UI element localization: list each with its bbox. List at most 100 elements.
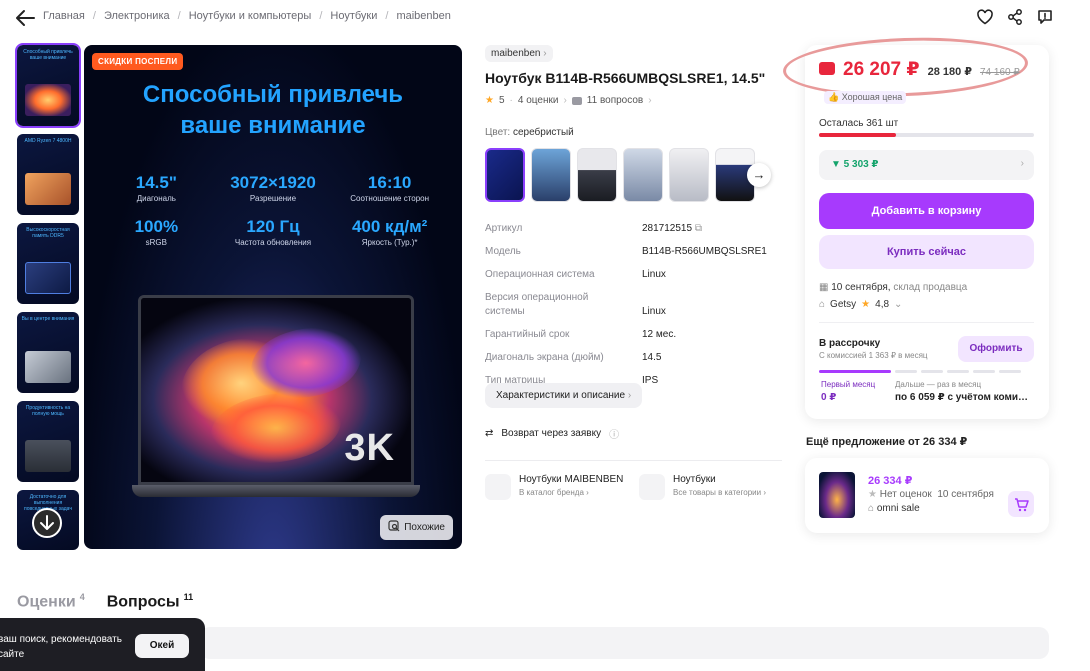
- installment-segments: [819, 370, 1021, 373]
- info-icon[interactable]: ⓘ: [609, 426, 619, 441]
- stock-bar: [819, 133, 1034, 137]
- wallet-icon: [819, 62, 835, 75]
- promo-badge: СКИДКИ ПОСПЕЛИ: [92, 53, 184, 70]
- reviews-link[interactable]: 4 оценки: [518, 95, 559, 106]
- breadcrumb-item-brand[interactable]: maibenben: [396, 10, 450, 22]
- spec-srgb: 100% sRGB: [134, 217, 179, 247]
- thumbnail-caption: Вы в центре внимания: [21, 316, 75, 322]
- swatch-3[interactable]: [577, 148, 617, 202]
- share-icon[interactable]: [1006, 8, 1024, 26]
- laptop-base: [132, 485, 420, 497]
- add-to-cart-button[interactable]: Добавить в корзину: [819, 193, 1034, 229]
- search-image-icon: [388, 520, 400, 535]
- thumbnail-caption: Высокоскоростная память DDR5: [26, 227, 70, 239]
- report-icon[interactable]: [1036, 8, 1054, 26]
- offer-cart-button[interactable]: [1008, 491, 1034, 517]
- spec-refresh: 120 Гц Частота обновления: [234, 217, 312, 247]
- back-arrow-icon[interactable]: [14, 8, 36, 28]
- swatch-next-button[interactable]: →: [747, 163, 771, 187]
- swatch-4[interactable]: [623, 148, 663, 202]
- breadcrumb-item-home[interactable]: Главная: [43, 10, 85, 22]
- price-block: 26 207 ₽ 28 180 ₽ 74 160 ₽: [819, 58, 1020, 81]
- cart-icon: [1015, 498, 1029, 512]
- installment-title: В рассрочку: [819, 338, 881, 349]
- tab-questions[interactable]: Вопросы 11: [107, 592, 193, 611]
- copy-icon[interactable]: ⧉: [695, 223, 702, 234]
- shop-icon: ⌂: [819, 299, 826, 310]
- old-price: 74 160 ₽: [979, 67, 1020, 78]
- spec-aspect: 16:10 Соотношение сторон: [350, 173, 430, 203]
- chevron-down-icon: ⌄: [894, 299, 903, 310]
- laptop-screen: 3K: [138, 295, 414, 485]
- arrow-right-icon: →: [752, 167, 766, 182]
- breadcrumb-item-computers[interactable]: Ноутбуки и компьютеры: [189, 10, 312, 22]
- attribute-row: Операционная система Linux: [485, 269, 666, 280]
- brand-catalog-link[interactable]: Ноутбуки MAIBENBEN В каталог бренда ›: [485, 474, 625, 500]
- cashback-row[interactable]: ▼ 5 303 ₽ ›: [819, 150, 1034, 180]
- cookie-toast: ваш поиск, рекомендовать сайте Окей: [0, 618, 205, 671]
- buy-now-button[interactable]: Купить сейчас: [819, 235, 1034, 269]
- calendar-icon: ▦: [819, 282, 829, 293]
- installment-next-months: Дальше — раз в месяц по 6 059 ₽ с учётом …: [895, 380, 1033, 403]
- thumbnail-2[interactable]: AMD Ryzen 7 4800H: [17, 134, 79, 215]
- swatch-1[interactable]: [485, 148, 525, 202]
- attribute-row: Артикул 281712515 ⧉: [485, 223, 702, 234]
- delivery-info: ▦ 10 сентября, склад продавца: [819, 282, 968, 293]
- description-button[interactable]: Характеристики и описание ›: [485, 383, 643, 408]
- thumbnails-scroll-down-button[interactable]: [32, 508, 62, 538]
- thumbnail-caption: Способный привлечь ваше внимание: [23, 49, 73, 61]
- color-swatches: [485, 148, 755, 202]
- stock-label: Осталась 361 шт: [819, 118, 899, 129]
- product-main-image[interactable]: СКИДКИ ПОСПЕЛИ Способный привлечь ваше в…: [84, 45, 462, 549]
- breadcrumb-item-laptops[interactable]: Ноутбуки: [330, 10, 377, 22]
- divider: [485, 460, 782, 461]
- catalog-links: Ноутбуки MAIBENBEN В каталог бренда › Ноу…: [485, 474, 766, 500]
- toast-text: ваш поиск, рекомендовать сайте: [0, 634, 122, 660]
- thumbnail-1[interactable]: Способный привлечь ваше внимание: [15, 43, 81, 128]
- rating-value: 5: [498, 95, 505, 106]
- breadcrumb: Главная / Электроника / Ноутбуки и компьют…: [43, 10, 451, 22]
- offer-price: 26 334 ₽: [868, 475, 913, 487]
- tab-reviews[interactable]: Оценки 4: [17, 592, 85, 611]
- brand-link[interactable]: maibenben ›: [485, 45, 553, 62]
- category-link[interactable]: Ноутбуки Все товары в категории ›: [639, 474, 766, 500]
- laptop-illustration: 3K: [132, 295, 420, 500]
- offer-meta: ★ Нет оценок 10 сентября: [868, 489, 994, 500]
- return-policy: ⇄ Возврат через заявку ⓘ: [485, 426, 620, 441]
- other-offer-heading: Ещё предложение от 26 334 ₽: [806, 436, 968, 448]
- tag-icon: [485, 474, 511, 500]
- top-bar: Главная / Электроника / Ноутбуки и компьют…: [0, 0, 1090, 36]
- toast-ok-button[interactable]: Окей: [135, 634, 189, 658]
- installment-apply-button[interactable]: Оформить: [958, 336, 1034, 362]
- questions-link[interactable]: 11 вопросов: [587, 95, 643, 106]
- regular-price: 28 180 ₽: [927, 66, 972, 78]
- breadcrumb-item-electronics[interactable]: Электроника: [104, 10, 170, 22]
- thumbnail-caption: AMD Ryzen 7 4800H: [24, 138, 72, 144]
- card-price: 26 207 ₽: [843, 59, 920, 80]
- spec-diagonal: 14.5" Диагональ: [135, 173, 177, 203]
- good-price-badge: 👍 Хорошая цена: [824, 91, 907, 104]
- attribute-row: Версия операционной системы Linux: [485, 292, 666, 317]
- stock-bar-fill: [819, 133, 897, 137]
- top-actions: [976, 8, 1054, 26]
- divider: [819, 322, 1034, 323]
- spec-resolution: 3072×1920 Разрешение: [230, 173, 316, 203]
- seller-info[interactable]: ⌂ Getsy ★ 4,8 ⌄: [819, 299, 902, 310]
- swatch-5[interactable]: [669, 148, 709, 202]
- thumbnail-3[interactable]: Высокоскоростная память DDR5: [17, 223, 79, 304]
- thumbnail-4[interactable]: Вы в центре внимания: [17, 312, 79, 393]
- thumbnail-list: Способный привлечь ваше внимание AMD Ryz…: [15, 43, 81, 558]
- offer-thumbnail: [819, 472, 855, 518]
- rating-row: ★ 5 · 4 оценки › 11 вопросов ›: [485, 95, 652, 106]
- arrow-down-icon: [40, 515, 54, 530]
- heart-icon[interactable]: [976, 8, 994, 26]
- thumb-up-icon: 👍: [828, 92, 840, 102]
- attributes-list: Артикул 281712515 ⧉ Модель B114B-R566UMBQS…: [485, 222, 785, 397]
- swatch-2[interactable]: [531, 148, 571, 202]
- reviews-tabs: Оценки 4 Вопросы 11: [17, 592, 193, 611]
- thumbnail-5[interactable]: Продуктивность на полную мощь: [17, 401, 79, 482]
- attribute-row: Диагональ экрана (дюйм) 14.5: [485, 352, 662, 363]
- thumbnail-caption: Продуктивность на полную мощь: [25, 405, 71, 417]
- similar-button[interactable]: Похожие: [380, 515, 453, 540]
- 3k-label: 3K: [344, 427, 395, 469]
